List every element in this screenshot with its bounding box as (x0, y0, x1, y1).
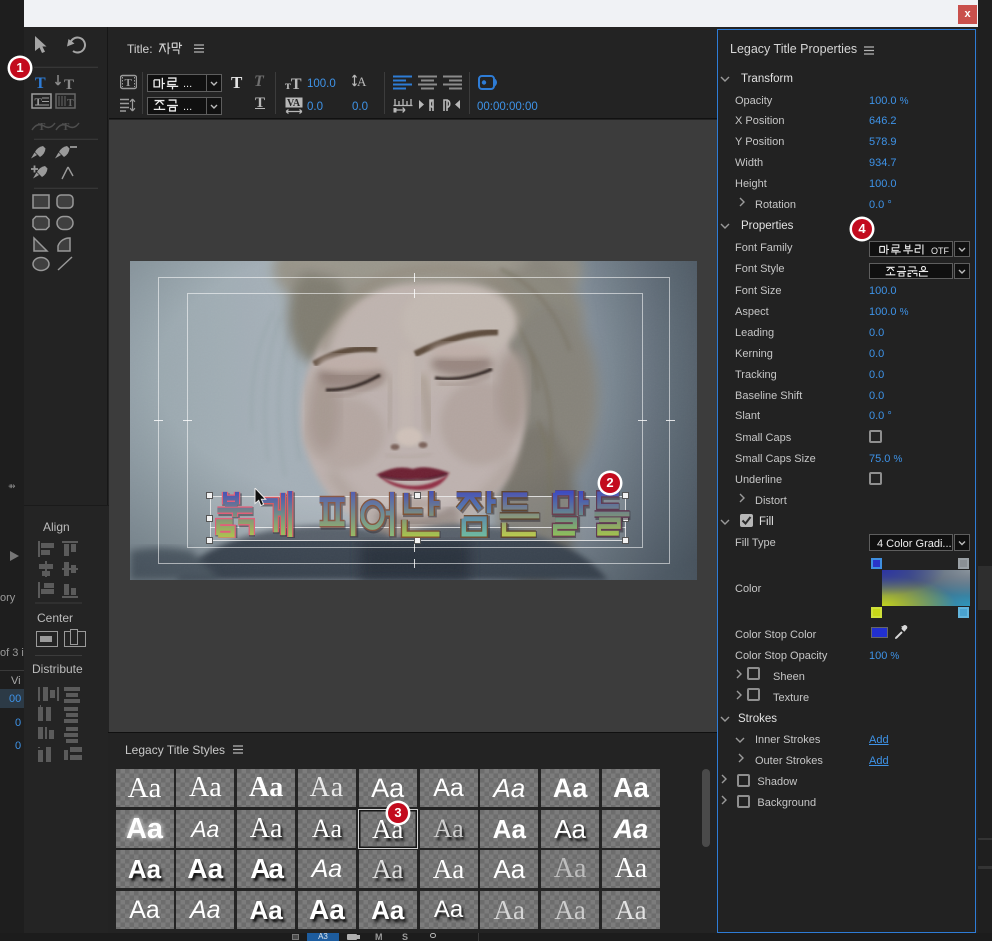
svg-text:T: T (64, 77, 74, 93)
svg-text:T: T (67, 98, 74, 109)
svg-text:A: A (357, 74, 367, 89)
svg-text:T: T (35, 97, 43, 109)
svg-text:T: T (125, 77, 133, 89)
svg-text:T: T (38, 121, 46, 133)
svg-text:T: T (62, 121, 70, 133)
svg-text:T: T (35, 75, 46, 92)
svg-text:VA: VA (287, 98, 301, 109)
